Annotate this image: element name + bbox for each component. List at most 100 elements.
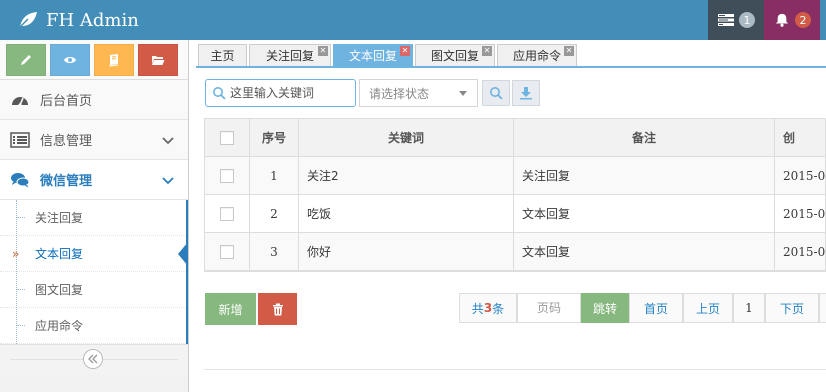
submenu-item-text-reply[interactable]: » 文本回复 (0, 236, 188, 272)
collapse-sidebar-button[interactable] (83, 349, 103, 369)
page-tabs: 主页 关注回复 ✕ 文本回复 ✕ 图文回复 ✕ 应用命令 ✕ (196, 44, 826, 68)
next-page-link[interactable]: 下页 (765, 293, 819, 323)
top-navbar: FH Admin 1 2 (0, 0, 826, 40)
header-checkbox-cell (205, 119, 250, 156)
pager-overflow (819, 293, 826, 323)
tab-label: 图文回复 (430, 49, 479, 63)
pencil-icon (21, 55, 31, 65)
sidebar-item-label: 后台首页 (40, 94, 93, 109)
search-button[interactable] (482, 80, 510, 106)
sidebar-shortcuts (0, 40, 188, 80)
sidebar-item-info-management[interactable]: 信息管理 (0, 120, 188, 160)
tab-news-reply[interactable]: 图文回复 ✕ (415, 44, 495, 66)
row-checkbox[interactable] (220, 244, 234, 259)
sidebar-item-wechat-management[interactable]: 微信管理 (0, 160, 188, 200)
submenu-item-follow-reply[interactable]: 关注回复 (0, 200, 186, 236)
table-cell: 吃饭 (299, 195, 514, 232)
jump-button[interactable]: 跳转 (581, 293, 629, 323)
tab-close-icon[interactable]: ✕ (318, 46, 328, 56)
total-prefix: 共 (471, 301, 484, 316)
row-checkbox-cell (205, 157, 250, 194)
table-row[interactable]: 3 你好 文本回复 2015-05 (205, 233, 826, 271)
tab-follow-reply[interactable]: 关注回复 ✕ (249, 44, 331, 66)
table-cell: 关注2 (299, 157, 514, 194)
tasks-badge: 1 (739, 12, 755, 28)
tab-close-icon[interactable]: ✕ (400, 46, 410, 56)
submenu-tick (17, 325, 25, 326)
column-header: 序号 (250, 119, 299, 156)
page-number-input[interactable] (519, 301, 579, 315)
sidebar: 后台首页 信息管理 微信管理 关注回复 » 文本回复 图文回复 应用命令 (0, 40, 189, 392)
chevron-down-icon (162, 137, 174, 145)
tab-home[interactable]: 主页 (198, 44, 247, 66)
row-checkbox[interactable] (220, 168, 234, 183)
table-cell: 3 (250, 233, 299, 270)
current-page: 1 (733, 293, 765, 323)
row-checkbox-cell (205, 233, 250, 270)
wechat-submenu: 关注回复 » 文本回复 图文回复 应用命令 (0, 200, 188, 344)
shortcut-eye-button[interactable] (50, 44, 90, 76)
dashboard-icon (12, 96, 28, 107)
submenu-item-label: 图文回复 (35, 283, 84, 297)
shortcut-book-button[interactable] (94, 44, 134, 76)
brand-title: FH Admin (46, 9, 139, 31)
shortcut-pencil-button[interactable] (6, 44, 46, 76)
total-suffix: 条 (492, 301, 505, 316)
status-select[interactable]: 请选择状态 (359, 79, 478, 107)
export-button[interactable] (512, 80, 540, 106)
tasks-icon (718, 14, 734, 26)
tab-label: 应用命令 (512, 49, 561, 63)
column-header: 创 (783, 131, 796, 145)
table-cell: 文本回复 (514, 233, 775, 270)
status-select-placeholder: 请选择状态 (369, 86, 430, 101)
row-checkbox-cell (205, 195, 250, 232)
comments-icon (11, 172, 30, 187)
table-cell: 2 (250, 195, 299, 232)
table-cell: 2015-05 (783, 206, 826, 221)
add-button[interactable]: 新增 (205, 293, 256, 325)
brand[interactable]: FH Admin (18, 6, 139, 34)
submenu-item-app-command[interactable]: 应用命令 (0, 308, 186, 344)
tasks-button[interactable]: 1 (708, 0, 764, 40)
table-cell: 关注回复 (514, 157, 775, 194)
list-alt-icon (10, 131, 30, 148)
tab-close-icon[interactable]: ✕ (564, 46, 574, 56)
select-all-checkbox[interactable] (220, 130, 234, 145)
submenu-tick (17, 217, 25, 218)
folder-open-icon (152, 56, 165, 65)
tab-label: 文本回复 (348, 49, 397, 63)
page-number-field (517, 293, 581, 323)
table-cell: 你好 (299, 233, 514, 270)
table-cell: 1 (250, 157, 299, 194)
row-checkbox[interactable] (220, 206, 234, 221)
table-row[interactable]: 2 吃饭 文本回复 2015-05 (205, 195, 826, 233)
table-cell: 2015-05 (783, 244, 826, 259)
chevron-down-icon (162, 177, 174, 185)
search-icon (490, 87, 503, 100)
first-page-link[interactable]: 首页 (629, 293, 683, 323)
tab-label: 关注回复 (265, 49, 314, 63)
tab-close-icon[interactable]: ✕ (482, 46, 492, 56)
total-count: 3 (483, 301, 493, 315)
tab-app-command[interactable]: 应用命令 ✕ (497, 44, 577, 66)
tab-label: 主页 (210, 49, 235, 63)
eye-icon (64, 57, 76, 63)
sidebar-item-home[interactable]: 后台首页 (0, 80, 188, 120)
keyword-search-box (205, 79, 356, 107)
trash-icon (272, 303, 283, 315)
sidebar-item-label: 信息管理 (40, 134, 93, 149)
shortcut-folder-button[interactable] (138, 44, 178, 76)
table-row[interactable]: 1 关注2 关注回复 2015-05 (205, 157, 826, 195)
submenu-item-label: 关注回复 (35, 211, 84, 225)
tab-text-reply[interactable]: 文本回复 ✕ (333, 44, 413, 66)
delete-button[interactable] (258, 293, 297, 325)
submenu-tick (17, 289, 25, 290)
submenu-item-news-reply[interactable]: 图文回复 (0, 272, 186, 308)
notifications-button[interactable]: 2 (764, 0, 820, 40)
navbar-edge (820, 0, 826, 40)
sidebar-item-label: 微信管理 (40, 174, 93, 189)
prev-page-link[interactable]: 上页 (683, 293, 733, 323)
keyword-search-input[interactable] (230, 86, 350, 100)
table-cell: 文本回复 (514, 195, 775, 232)
table-cell: 2015-05 (783, 168, 826, 183)
